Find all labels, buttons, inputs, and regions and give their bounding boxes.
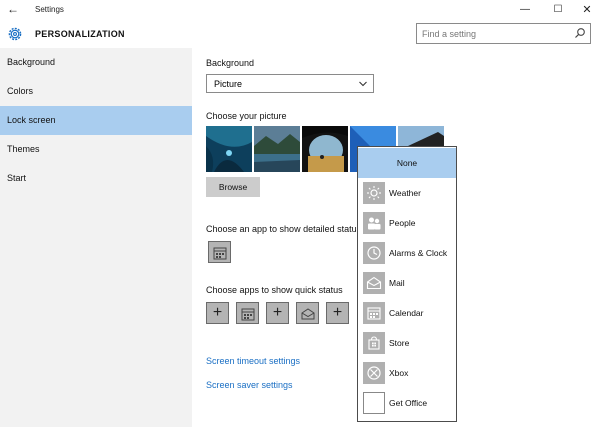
- app-option-label: Xbox: [389, 368, 409, 378]
- office-icon: [363, 392, 385, 414]
- detailed-status-calendar-tile[interactable]: [208, 241, 231, 263]
- background-select[interactable]: Picture: [206, 74, 374, 93]
- sidebar-item-start[interactable]: Start: [0, 164, 192, 193]
- screen-timeout-link[interactable]: Screen timeout settings: [206, 356, 300, 366]
- browse-button[interactable]: Browse: [206, 177, 260, 197]
- quick-status-mail-tile[interactable]: [296, 302, 319, 324]
- picture-thumbnail-1[interactable]: [206, 126, 252, 172]
- page-title: PERSONALIZATION: [35, 29, 125, 39]
- clock-icon: [363, 242, 385, 264]
- sidebar-item-colors[interactable]: Colors: [0, 77, 192, 106]
- app-option-weather[interactable]: Weather: [358, 178, 456, 208]
- app-option-label: Calendar: [389, 308, 424, 318]
- search-icon[interactable]: [574, 27, 586, 39]
- app-option-none[interactable]: None: [358, 148, 456, 178]
- app-option-alarms-clock[interactable]: Alarms & Clock: [358, 238, 456, 268]
- search-box[interactable]: [416, 23, 591, 44]
- app-option-store[interactable]: Store: [358, 328, 456, 358]
- mail-icon: [301, 308, 315, 320]
- picture-thumbnail-3[interactable]: [302, 126, 348, 172]
- store-icon: [363, 332, 385, 354]
- calendar-icon: [241, 308, 255, 321]
- header: PERSONALIZATION: [0, 20, 600, 48]
- app-option-label: Get Office: [389, 398, 428, 408]
- quick-status-label: Choose apps to show quick status: [206, 285, 343, 295]
- chevron-down-icon: [359, 81, 367, 87]
- sidebar-item-lock-screen[interactable]: Lock screen: [0, 106, 192, 135]
- mail-icon: [363, 272, 385, 294]
- sidebar: Background Colors Lock screen Themes Sta…: [0, 48, 192, 427]
- sidebar-item-themes[interactable]: Themes: [0, 135, 192, 164]
- gear-icon: [8, 27, 22, 41]
- minimize-button[interactable]: —: [510, 0, 540, 20]
- detailed-status-label: Choose an app to show detailed status: [206, 224, 362, 234]
- app-option-label: Mail: [389, 278, 405, 288]
- app-option-xbox[interactable]: Xbox: [358, 358, 456, 388]
- people-icon: [363, 212, 385, 234]
- app-option-get-office[interactable]: Get Office: [358, 388, 456, 418]
- app-option-label: People: [389, 218, 416, 228]
- app-picker-dropdown: None Weather People Alarms & Clock Mail …: [357, 146, 457, 422]
- quick-status-add-slot-1[interactable]: +: [206, 302, 229, 324]
- app-option-label: Weather: [389, 188, 421, 198]
- back-arrow-icon[interactable]: ←: [6, 2, 20, 16]
- app-option-mail[interactable]: Mail: [358, 268, 456, 298]
- app-option-people[interactable]: People: [358, 208, 456, 238]
- app-option-calendar[interactable]: Calendar: [358, 298, 456, 328]
- window-title: Settings: [35, 5, 64, 14]
- background-label: Background: [206, 58, 255, 68]
- search-input[interactable]: [422, 27, 572, 40]
- sidebar-item-background[interactable]: Background: [0, 48, 192, 77]
- quick-status-calendar-tile[interactable]: [236, 302, 259, 324]
- close-button[interactable]: ✕: [572, 0, 600, 20]
- weather-icon: [363, 182, 385, 204]
- app-option-label: Alarms & Clock: [389, 248, 448, 258]
- quick-status-add-slot-3[interactable]: +: [326, 302, 349, 324]
- title-bar: ← Settings — ☐ ✕: [0, 0, 600, 20]
- xbox-icon: [363, 362, 385, 384]
- app-option-label: Store: [389, 338, 410, 348]
- screen-saver-link[interactable]: Screen saver settings: [206, 380, 293, 390]
- background-select-value: Picture: [214, 79, 243, 89]
- calendar-icon: [363, 302, 385, 324]
- choose-picture-label: Choose your picture: [206, 111, 287, 121]
- maximize-button[interactable]: ☐: [543, 0, 573, 20]
- quick-status-add-slot-2[interactable]: +: [266, 302, 289, 324]
- picture-thumbnail-2[interactable]: [254, 126, 300, 172]
- app-option-label: None: [396, 158, 418, 168]
- calendar-icon: [213, 247, 227, 260]
